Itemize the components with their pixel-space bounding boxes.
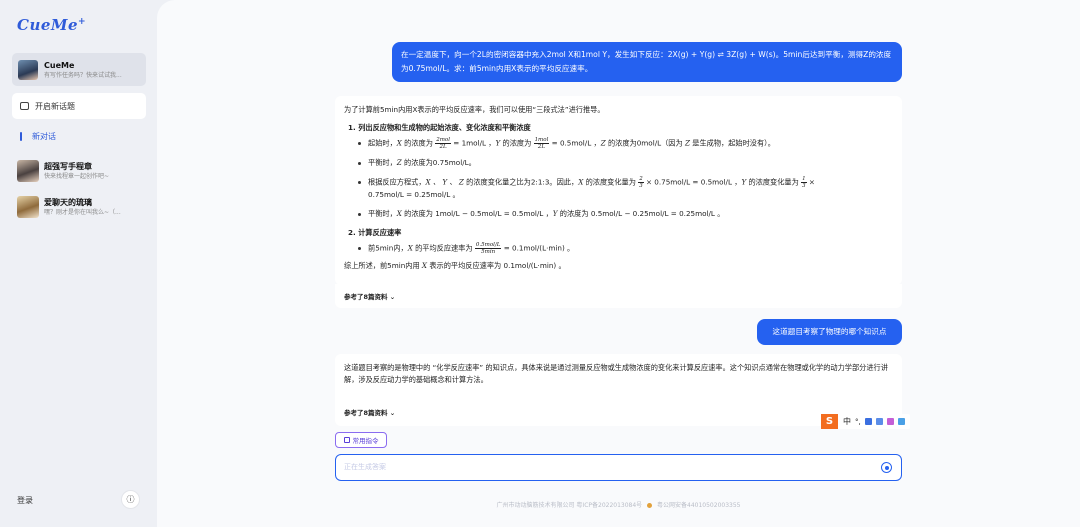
command-icon (343, 437, 350, 443)
avatar (17, 196, 39, 218)
skin-icon[interactable] (886, 418, 894, 425)
answer-1-footer (335, 284, 902, 308)
login-link[interactable]: 登录 (17, 495, 33, 506)
app-logo[interactable]: CueMe+ (17, 16, 86, 34)
police-badge-icon (647, 503, 653, 508)
chat-input-box[interactable] (335, 454, 902, 481)
sidebar: CueMe+ CueMe 有写作任务吗？快来试试我... 开启新话题 新对话 超… (0, 0, 157, 527)
footer: 广州市动动脑筋技术有限公司 粤ICP备2022013084号 粤公网安备4401… (496, 502, 741, 509)
microphone-icon[interactable] (864, 418, 872, 425)
grid-icon[interactable] (897, 418, 905, 425)
assistant-answer-1: 为了计算前5min内用X表示的平均反应速率，我们可以使用“三段式法”进行推导。 … (335, 96, 902, 285)
agent-avatar (18, 59, 38, 80)
chat-input[interactable] (344, 455, 864, 479)
user-message-1: 在一定温度下，向一个2L的密闭容器中充入2mol X和1mol Y，发生如下反应… (392, 42, 902, 82)
agent-subtitle: 有写作任务吗？快来试试我... (44, 71, 122, 79)
answer-bullet: 前5min内，X 的平均反应速率为 0.5mol/L 5min = 0.1mol/… (358, 242, 893, 255)
answer-bullet: 根据反应方程式，X 、 Y 、 Z 的浓度变化量之比为2:1:3。因此，X 的浓… (358, 176, 893, 201)
assistant-answer-2: 这道题目考察的是物理中的 “化学反应速率” 的知识点，具体来说是通过测量反应物或… (335, 354, 902, 426)
answer-bullet: 平衡时，Z 的浓度为0.75mol/L。 (358, 157, 893, 169)
history-item-1[interactable]: 爱聊天的琉璃 嘿？刚才是你在叫我么~（... (17, 196, 144, 218)
ime-toolbar[interactable]: S 中 °, (821, 414, 910, 429)
history-item-0[interactable]: 超强写手程章 快来找程章一起创作吧~ (17, 160, 144, 182)
keyboard-icon[interactable] (875, 418, 883, 425)
chat-panel: 在一定温度下，向一个2L的密闭容器中充入2mol X和1mol Y，发生如下反应… (157, 0, 1080, 527)
agent-card-cueme[interactable]: CueMe 有写作任务吗？快来试试我... (12, 53, 146, 86)
references-toggle[interactable]: 参考了8篇资料 ⌄ (344, 407, 395, 417)
ime-punct[interactable]: °, (855, 418, 861, 426)
active-indicator (20, 132, 22, 141)
info-icon[interactable]: ⓘ (121, 490, 140, 509)
answer-bullet: 平衡时，X 的浓度为 1mol/L − 0.5mol/L = 0.5mol/L … (358, 208, 893, 220)
user-message-2: 这道题目考察了物理的哪个知识点 (757, 319, 902, 345)
new-topic-button[interactable]: 开启新话题 (12, 93, 146, 119)
sidebar-item-new-chat[interactable]: 新对话 (20, 131, 56, 142)
agent-title: CueMe (44, 60, 75, 70)
ime-lang[interactable]: 中 (843, 416, 851, 427)
answer-bullet: 起始时，X 的浓度为 2mol 2L = 1mol/L ，Y 的浓度为 1mol 2… (358, 137, 893, 150)
avatar (17, 160, 39, 182)
sogou-logo-icon[interactable]: S (821, 414, 838, 429)
chat-bubble-icon (20, 102, 29, 110)
references-toggle[interactable]: 参考了8篇资料 ⌄ (344, 291, 395, 301)
common-commands-button[interactable]: 常用指令 (335, 432, 387, 448)
stop-generating-icon[interactable] (881, 462, 892, 473)
